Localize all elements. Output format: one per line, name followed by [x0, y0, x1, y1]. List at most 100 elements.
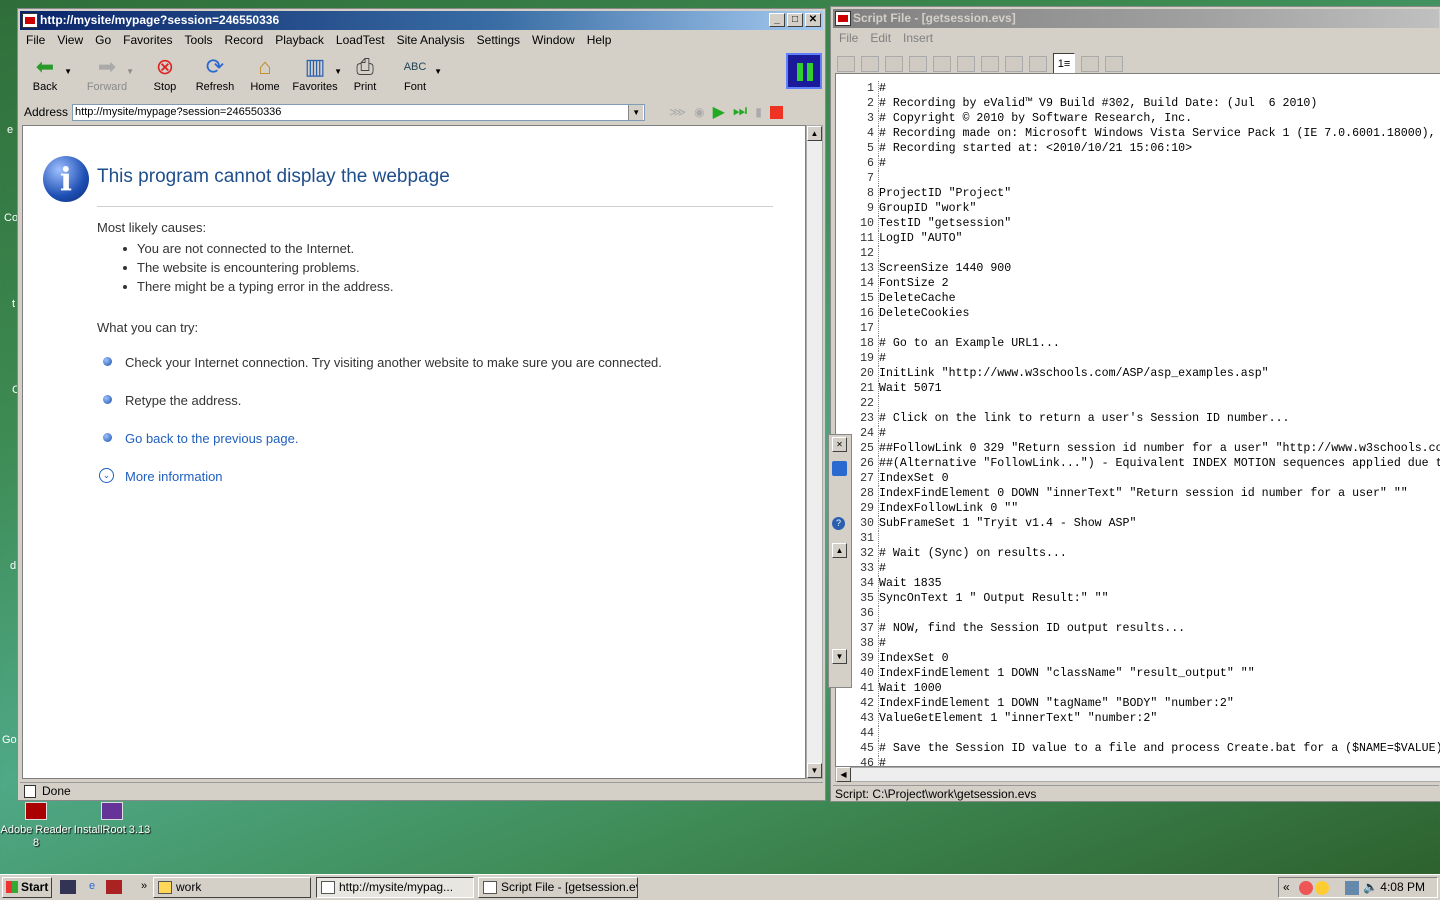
evalid-app-icon: [22, 13, 38, 28]
pause-recording-icon[interactable]: [786, 53, 822, 89]
cut-icon[interactable]: [909, 56, 927, 72]
line-text: # Recording started at: <2010/10/21 15:0…: [879, 142, 1193, 155]
menu-playback[interactable]: Playback: [275, 33, 324, 47]
taskbar-item-browser[interactable]: http://mysite/mypag...: [316, 877, 474, 898]
back-dropdown-icon[interactable]: ▼: [64, 67, 72, 76]
close-button[interactable]: ✕: [805, 13, 821, 27]
bullet-icon: [103, 357, 112, 366]
stop-button[interactable]: ⊗ Stop: [140, 51, 190, 93]
pause-icon[interactable]: ◉: [694, 105, 704, 119]
menu-window[interactable]: Window: [532, 33, 575, 47]
forward-button[interactable]: ➡ Forward ▼: [82, 51, 134, 93]
open-icon[interactable]: [861, 56, 879, 72]
more-information-link[interactable]: More information: [125, 469, 223, 484]
address-input[interactable]: http://mysite/mypage?session=246550336: [72, 103, 646, 121]
go-back-link[interactable]: Go back to the previous page.: [125, 431, 298, 446]
home-button[interactable]: ⌂ Home: [240, 51, 290, 93]
browser-titlebar[interactable]: http://mysite/mypage?session=246550336 _…: [20, 11, 823, 30]
menu-settings[interactable]: Settings: [477, 33, 520, 47]
script-line: 8 ProjectID "Project": [836, 186, 1440, 201]
line-numbers-toggle-icon[interactable]: 1≡: [1053, 53, 1075, 75]
tray-expand-icon[interactable]: «: [1283, 878, 1290, 897]
menu-site-analysis[interactable]: Site Analysis: [397, 33, 465, 47]
menu-tools[interactable]: Tools: [185, 33, 213, 47]
line-text: Wait 1835: [879, 577, 942, 590]
desktop-icon-adobe-reader[interactable]: Adobe Reader 8: [0, 802, 76, 850]
show-desktop-icon[interactable]: [60, 880, 76, 894]
back-button[interactable]: ⬅ Back ▼: [20, 51, 72, 93]
evalid-quicklaunch-icon[interactable]: [106, 880, 122, 894]
scroll-up-icon[interactable]: ▲: [807, 126, 822, 141]
line-number: 22: [860, 397, 874, 410]
script-editor[interactable]: 1 #2 # Recording by eValid™ V9 Build #302,…: [835, 73, 1440, 767]
copy-icon[interactable]: [885, 56, 903, 72]
bullet-icon: [103, 433, 112, 442]
favorites-button[interactable]: ▥ Favorites ▼: [290, 51, 342, 93]
line-number: 44: [860, 727, 874, 740]
network-icon[interactable]: [1345, 881, 1359, 895]
script-menu-insert[interactable]: Insert: [903, 31, 933, 45]
scroll-up-icon[interactable]: ▲: [832, 543, 847, 558]
play-step-icon[interactable]: ⏭: [733, 103, 747, 121]
list-icon[interactable]: [1105, 56, 1123, 72]
record-icon[interactable]: ▮: [755, 105, 762, 119]
script-menu-edit[interactable]: Edit: [870, 31, 891, 45]
script-line: 44: [836, 726, 1440, 741]
stop-playback-icon[interactable]: [769, 105, 783, 119]
taskbar-item-work[interactable]: work: [153, 877, 311, 898]
minimize-button[interactable]: _: [769, 13, 785, 27]
script-line: 3 # Copyright © 2010 by Software Research…: [836, 111, 1440, 126]
menu-file[interactable]: File: [26, 33, 45, 47]
scroll-down-icon[interactable]: ▼: [807, 763, 822, 778]
menu-help[interactable]: Help: [587, 33, 612, 47]
script-menu-file[interactable]: File: [839, 31, 858, 45]
paste-icon[interactable]: [933, 56, 951, 72]
tray-app-icon[interactable]: [1299, 881, 1313, 895]
line-text: IndexFindElement 1 DOWN "tagName" "BODY"…: [879, 697, 1234, 710]
print-button[interactable]: ⎙ Print: [340, 51, 390, 93]
scroll-left-icon[interactable]: ◀: [836, 767, 851, 782]
script-horizontal-scrollbar[interactable]: ◀: [835, 767, 1440, 782]
script-line: 37 # NOW, find the Session ID output resu…: [836, 621, 1440, 636]
volume-icon[interactable]: 🔈: [1363, 878, 1378, 897]
more-information[interactable]: ⌄ More information: [99, 468, 223, 484]
maximize-button[interactable]: □: [787, 13, 803, 27]
menu-record[interactable]: Record: [225, 33, 264, 47]
play-icon[interactable]: ▶: [713, 102, 725, 122]
menu-view[interactable]: View: [57, 33, 83, 47]
forward-arrow-icon: ➡: [97, 54, 117, 79]
view-icon[interactable]: [981, 56, 999, 72]
line-text: ##FollowLink 0 329 "Return session id nu…: [879, 442, 1440, 455]
font-dropdown-icon[interactable]: ▼: [434, 67, 442, 76]
new-icon[interactable]: [837, 56, 855, 72]
desktop-icon-installroot[interactable]: InstallRoot 3.13: [72, 802, 152, 837]
script-titlebar[interactable]: Script File - [getsession.evs]: [833, 9, 1439, 28]
cause-item: The website is encountering problems.: [123, 260, 360, 275]
chevron-right-icon[interactable]: »: [136, 880, 152, 894]
search-icon[interactable]: [832, 461, 847, 476]
page-scrollbar[interactable]: ▲ ▼: [806, 125, 823, 779]
menu-loadtest[interactable]: LoadTest: [336, 33, 385, 47]
menu-go[interactable]: Go: [95, 33, 111, 47]
help-icon[interactable]: ?: [832, 517, 845, 530]
start-button[interactable]: Start: [2, 877, 52, 898]
line-text: #: [879, 427, 886, 440]
forward-dropdown-icon[interactable]: ▼: [126, 67, 134, 76]
font-button[interactable]: ABC Font ▼: [390, 51, 442, 93]
view-icon[interactable]: [1005, 56, 1023, 72]
edit-icon[interactable]: [1081, 56, 1099, 72]
taskbar-item-script[interactable]: Script File - [getsession.evs]: [478, 877, 638, 898]
address-dropdown-icon[interactable]: ▼: [628, 104, 643, 120]
view-icon[interactable]: [1029, 56, 1047, 72]
close-icon[interactable]: ✕: [832, 437, 847, 452]
line-number: 3: [867, 112, 874, 125]
scroll-down-icon[interactable]: ▼: [832, 649, 847, 664]
delete-icon[interactable]: [957, 56, 975, 72]
tray-su-icon[interactable]: [1315, 881, 1329, 895]
line-text: DeleteCache: [879, 292, 956, 305]
internet-explorer-icon[interactable]: e: [84, 880, 100, 894]
refresh-button[interactable]: ⟳ Refresh: [190, 51, 240, 93]
record-step-icon[interactable]: ⋙: [669, 105, 686, 119]
script-line: 24 #: [836, 426, 1440, 441]
menu-favorites[interactable]: Favorites: [123, 33, 172, 47]
